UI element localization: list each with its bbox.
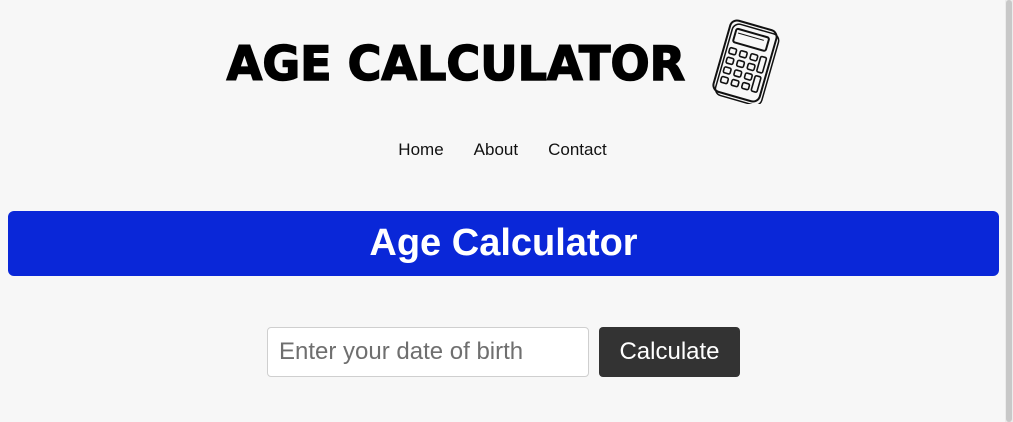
page-title: Age Calculator [369, 222, 638, 264]
logo-text: AGE CALCULATOR [226, 36, 686, 92]
calculator-icon [712, 19, 780, 104]
scrollbar-thumb[interactable] [1006, 0, 1012, 422]
page-scrollbar[interactable] [1005, 0, 1013, 422]
main-nav: Home About Contact [0, 140, 1005, 160]
title-banner: Age Calculator [8, 211, 999, 276]
calculate-button[interactable]: Calculate [599, 327, 740, 377]
page: AGE CALCULATOR Home About Contact Age Ca… [0, 0, 1013, 422]
site-logo[interactable]: AGE CALCULATOR [0, 18, 1005, 104]
nav-item-home[interactable]: Home [398, 140, 443, 160]
age-form: Calculate [267, 327, 740, 377]
nav-item-contact[interactable]: Contact [548, 140, 607, 160]
dob-input[interactable] [267, 327, 589, 377]
nav-item-about[interactable]: About [474, 140, 518, 160]
